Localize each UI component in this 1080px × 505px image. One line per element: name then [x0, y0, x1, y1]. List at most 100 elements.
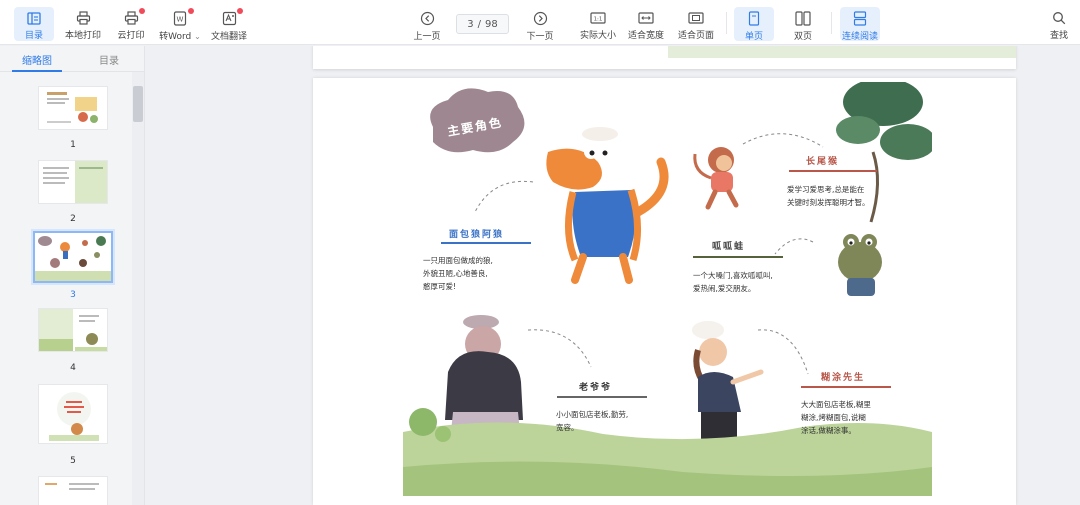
thumbnail-preview [49, 392, 99, 441]
next-page-button[interactable]: 下一页 [523, 7, 557, 42]
character-description-line: 关键时刻发挥聪明才智。 [787, 198, 870, 207]
total-pages: 98 [485, 18, 498, 30]
toc-label: 目录 [24, 31, 43, 41]
character-description: 小小面包店老板,勤劳, 宽容。 [556, 408, 628, 434]
page-thumbnail-selected[interactable] [33, 231, 113, 283]
character-name-underline [801, 386, 891, 388]
actual-size-button[interactable]: 1:1 实际大小 [578, 7, 618, 41]
page-thumbnail[interactable] [38, 384, 108, 444]
actual-size-glyph: 1:1 [594, 17, 603, 23]
to-word-button[interactable]: W 转Word ⌄ [158, 7, 202, 42]
chevron-down-icon: ⌄ [194, 32, 201, 41]
page-thumbnail-number: 3 [70, 290, 76, 300]
character-description: 一只用面包做成的狼, 外貌丑陋,心地善良, 憨厚可爱! [423, 254, 493, 293]
document-viewer: 主要角色 面包狼阿狼 一只用面包做成的狼, 外貌丑陋,心地善良, 憨厚可爱! 长… [146, 46, 1080, 505]
translate-button[interactable]: 文档翻译 [209, 7, 249, 42]
thumbnail-sidebar: 缩略图 目录 1 2 3 4 5 [0, 46, 145, 505]
sidebar-scrollbar-thumb[interactable] [133, 86, 143, 122]
double-page-button[interactable]: 双页 [783, 7, 823, 42]
thumbnail-preview [39, 309, 107, 351]
notification-dot [237, 8, 243, 14]
character-name: 老爷爷 [579, 383, 613, 393]
page-thumbnail-number: 4 [70, 363, 76, 373]
cloud-print-label: 云打印 [117, 31, 145, 41]
continuous-reading-button[interactable]: 连续阅读 [840, 7, 880, 42]
double-page-icon [794, 11, 812, 26]
page-thumbnail-number: 1 [70, 140, 76, 150]
actual-size-label: 实际大小 [579, 31, 616, 41]
character-name: 面包狼阿狼 [449, 230, 505, 240]
character-description-line: 外貌丑陋,心地善良, [423, 269, 488, 278]
tab-outline[interactable]: 目录 [99, 52, 119, 67]
current-page: 3 [467, 18, 474, 30]
previous-page-bottom [313, 46, 1016, 69]
search-icon [1050, 11, 1068, 25]
local-print-label: 本地打印 [64, 31, 101, 41]
page-thumbnail-number: 5 [70, 456, 76, 466]
character-name: 长尾猴 [806, 157, 840, 167]
page-thumbnail[interactable] [38, 308, 108, 352]
cloud-printer-icon [122, 8, 145, 25]
character-name-underline [693, 256, 783, 258]
fit-page-icon [687, 11, 705, 25]
tab-thumbnails[interactable]: 缩略图 [22, 52, 52, 67]
notification-dot [188, 8, 194, 14]
arrow-right-circle-icon [531, 11, 549, 26]
character-description-line: 一个大嗓门,喜欢呱呱叫, [693, 271, 773, 280]
active-tab-indicator [12, 70, 62, 72]
toc-icon [25, 11, 43, 25]
sidebar-tabs: 缩略图 目录 [0, 46, 144, 72]
page-thumbnail[interactable] [38, 160, 108, 204]
prev-page-label: 上一页 [413, 32, 441, 42]
character-description-line: 一只用面包做成的狼, [423, 256, 493, 265]
fit-width-icon [637, 11, 655, 25]
divider [726, 12, 727, 34]
thumbnail-preview [45, 483, 99, 490]
word-glyph: W [177, 16, 184, 24]
to-word-text: 转Word [159, 32, 192, 42]
notification-dot [139, 8, 145, 14]
local-print-button[interactable]: 本地打印 [64, 7, 102, 41]
character-description-line: 憨厚可爱! [423, 282, 457, 291]
printer-icon [74, 11, 92, 25]
divider [831, 12, 832, 34]
thumbnail-preview [35, 236, 111, 281]
character-name: 糊涂先生 [821, 373, 866, 383]
fit-page-button[interactable]: 适合页面 [676, 7, 716, 41]
translate-icon [220, 8, 243, 26]
character-description-line: 涂话,做糊涂事。 [801, 426, 856, 435]
toc-button[interactable]: 目录 [14, 7, 54, 41]
previous-page-illustration-strip [668, 46, 1016, 58]
character-name-underline [789, 170, 877, 172]
cloud-print-button[interactable]: 云打印 [115, 7, 147, 41]
prev-page-button[interactable]: 上一页 [410, 7, 444, 42]
toolbar: 目录 本地打印 云打印 W 转Word ⌄ 文档翻译 上一页 3 / 98 下一… [0, 0, 1080, 45]
fit-width-button[interactable]: 适合宽度 [626, 7, 666, 41]
character-description-line: 爱学习爱思考,总是能在 [787, 185, 865, 194]
character-name-underline [441, 242, 531, 244]
page-number-input[interactable]: 3 / 98 [456, 14, 509, 34]
thumbnail-preview [43, 161, 107, 203]
search-button[interactable]: 查找 [1044, 7, 1074, 41]
thumbnail-preview [47, 92, 98, 123]
character-description-line: 糊涂,烤糊面包,说糊 [801, 413, 866, 422]
single-page-icon [745, 11, 763, 26]
single-page-button[interactable]: 单页 [734, 7, 774, 42]
character-description-line: 爱热闹,爱交朋友。 [693, 284, 756, 293]
character-description-line: 大大面包店老板,糊里 [801, 400, 871, 409]
character-name: 呱呱蛙 [712, 242, 746, 252]
character-description: 爱学习爱思考,总是能在 关键时刻发挥聪明才智。 [787, 183, 870, 209]
arrow-left-circle-icon [418, 11, 436, 26]
continuous-reading-label: 连续阅读 [841, 32, 878, 42]
character-description: 一个大嗓门,喜欢呱呱叫, 爱热闹,爱交朋友。 [693, 269, 773, 295]
single-page-label: 单页 [744, 32, 763, 42]
document-page: 主要角色 面包狼阿狼 一只用面包做成的狼, 外貌丑陋,心地善良, 憨厚可爱! 长… [313, 78, 1016, 505]
fit-width-label: 适合宽度 [627, 31, 664, 41]
page-thumbnail[interactable] [38, 476, 108, 505]
sidebar-scrollbar-track [132, 72, 144, 505]
character-name-underline [557, 396, 647, 398]
next-page-label: 下一页 [526, 32, 554, 42]
continuous-reading-icon [851, 11, 869, 26]
page-thumbnail[interactable] [38, 86, 108, 130]
to-word-label: 转Word ⌄ [159, 29, 201, 42]
